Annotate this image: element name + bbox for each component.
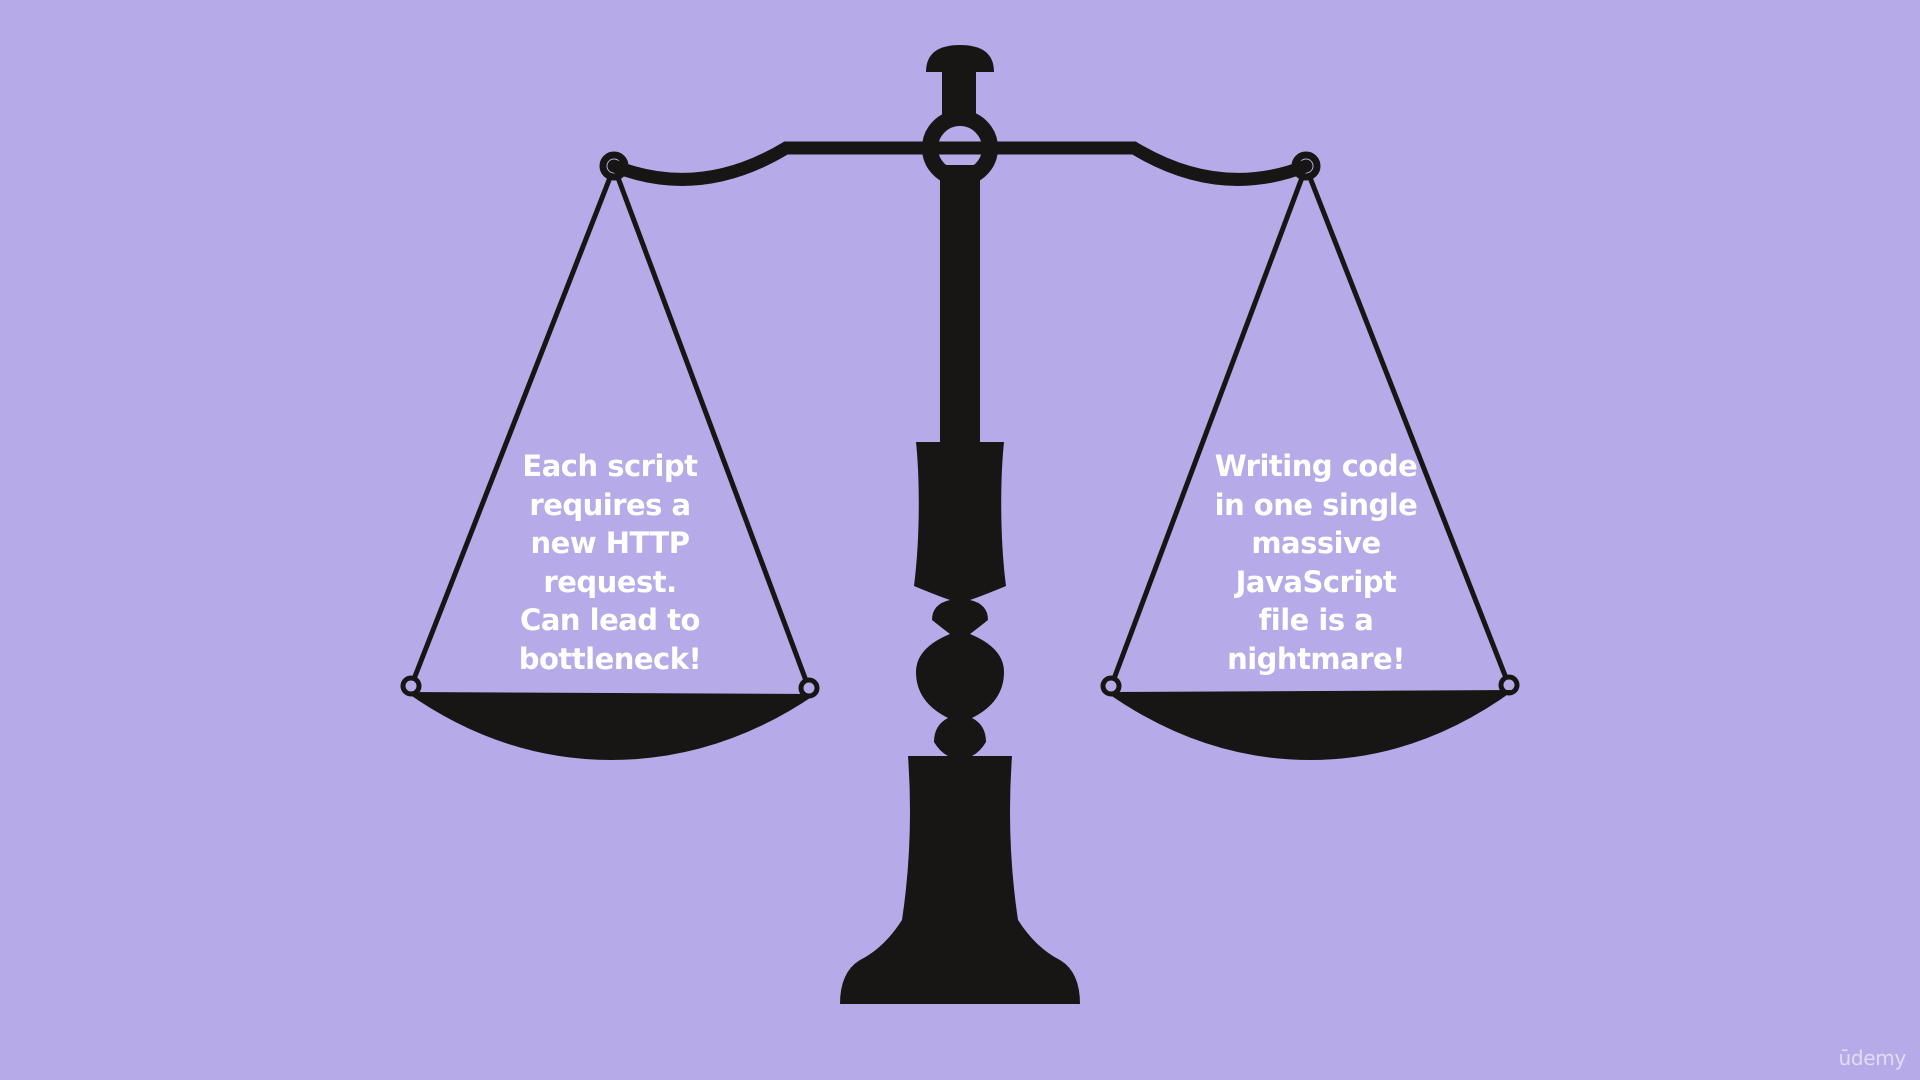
scale-pillar <box>940 165 980 450</box>
left-pan-ring-b <box>798 677 820 699</box>
right-pan <box>1106 690 1514 760</box>
left-pan <box>406 692 816 760</box>
right-pan-text: Writing code in one single massive JavaS… <box>1214 449 1418 676</box>
left-pan-ring-a <box>400 675 422 697</box>
scale-finial <box>926 45 994 72</box>
balance-scale-illustration <box>400 45 1520 1004</box>
udemy-logo: ūdemy <box>1838 1046 1907 1070</box>
left-pan-text: Each script requires a new HTTP request.… <box>518 449 702 676</box>
scale-column <box>840 442 1080 1004</box>
right-pan-ring-a <box>1100 675 1122 697</box>
